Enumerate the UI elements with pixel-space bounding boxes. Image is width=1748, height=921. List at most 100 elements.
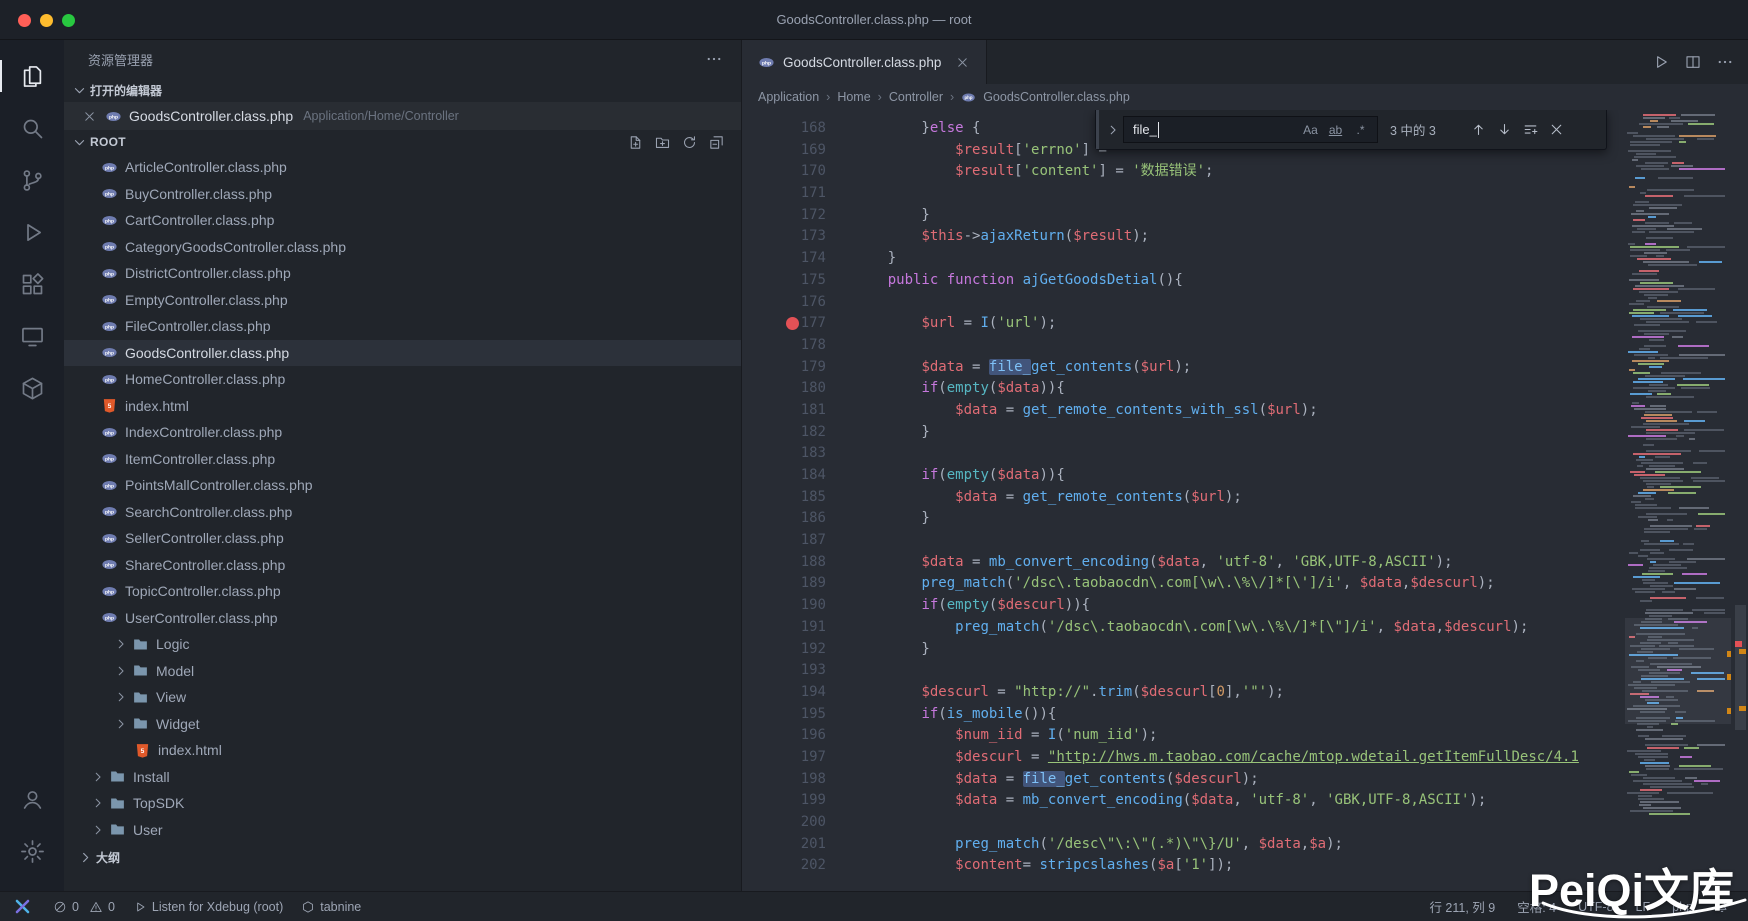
split-editor-icon[interactable]: [1684, 53, 1702, 71]
code-line[interactable]: 182 }: [742, 422, 1608, 444]
code-line[interactable]: 179 $data = file_get_contents($url);: [742, 357, 1608, 379]
activity-search[interactable]: [0, 102, 64, 154]
tree-item-cartcontroller-class-php[interactable]: phpCartController.class.php: [64, 207, 741, 234]
tree-item-install[interactable]: Install: [64, 764, 741, 791]
tree-item-widget[interactable]: Widget: [64, 711, 741, 738]
code-line[interactable]: 178: [742, 335, 1608, 357]
whole-word-toggle[interactable]: ab: [1325, 119, 1346, 140]
language-mode-status[interactable]: php: [1663, 900, 1702, 914]
tree-item-pointsmallcontroller-class-php[interactable]: phpPointsMallController.class.php: [64, 472, 741, 499]
activity-references[interactable]: [0, 362, 64, 414]
code-line[interactable]: 185 $data = get_remote_contents($url);: [742, 487, 1608, 509]
code-line[interactable]: 188 $data = mb_convert_encoding($data, '…: [742, 552, 1608, 574]
problems-status[interactable]: 0 0: [44, 892, 124, 921]
code-line[interactable]: 181 $data = get_remote_contents_with_ssl…: [742, 400, 1608, 422]
activity-extensions[interactable]: [0, 258, 64, 310]
match-case-toggle[interactable]: Aa: [1300, 119, 1321, 140]
tree-item-view[interactable]: View: [64, 684, 741, 711]
code-line[interactable]: 170 $result['content'] = '数据错误';: [742, 161, 1608, 183]
tree-item-itemcontroller-class-php[interactable]: phpItemController.class.php: [64, 446, 741, 473]
code-line[interactable]: 194 $descurl = "http://".trim($descurl[0…: [742, 682, 1608, 704]
sidebar-more-actions-icon[interactable]: [705, 50, 723, 68]
tree-item-indexcontroller-class-php[interactable]: phpIndexController.class.php: [64, 419, 741, 446]
tree-item-sellercontroller-class-php[interactable]: phpSellerController.class.php: [64, 525, 741, 552]
activity-account[interactable]: [0, 773, 64, 825]
line-number[interactable]: 202: [742, 855, 848, 877]
find-resize-handle[interactable]: [1096, 110, 1099, 149]
code-area[interactable]: 168 }else {169 $result['errno'] = 170 $r…: [742, 118, 1608, 877]
section-root[interactable]: ROOT: [64, 130, 741, 154]
line-number[interactable]: 179: [742, 357, 848, 379]
breadcrumb-item[interactable]: GoodsController.class.php: [983, 90, 1130, 104]
line-number[interactable]: 168: [742, 118, 848, 140]
line-number[interactable]: 175: [742, 270, 848, 292]
close-editor-icon[interactable]: [82, 109, 97, 124]
tree-item-index-html[interactable]: 5index.html: [64, 737, 741, 764]
find-input[interactable]: file_ Aa ab .*: [1123, 116, 1378, 143]
line-number[interactable]: 172: [742, 205, 848, 227]
new-file-icon[interactable]: [627, 134, 644, 151]
tree-item-searchcontroller-class-php[interactable]: phpSearchController.class.php: [64, 499, 741, 526]
cursor-position-status[interactable]: 行 211, 列 9: [1420, 897, 1504, 916]
line-number[interactable]: 178: [742, 335, 848, 357]
collapse-all-icon[interactable]: [708, 134, 725, 151]
tree-item-logic[interactable]: Logic: [64, 631, 741, 658]
line-number[interactable]: 200: [742, 812, 848, 834]
activity-source-control[interactable]: [0, 154, 64, 206]
ellipsis-icon[interactable]: [1716, 53, 1734, 71]
line-number[interactable]: 194: [742, 682, 848, 704]
scrollbar-thumb[interactable]: [1735, 605, 1746, 730]
line-number[interactable]: 169: [742, 140, 848, 162]
line-number[interactable]: 185: [742, 487, 848, 509]
line-number[interactable]: 197: [742, 747, 848, 769]
code-line[interactable]: 190 if(empty($descurl)){: [742, 595, 1608, 617]
tree-item-homecontroller-class-php[interactable]: phpHomeController.class.php: [64, 366, 741, 393]
zoom-window-button[interactable]: [62, 14, 75, 27]
tabnine-status[interactable]: tabnine: [292, 892, 370, 921]
toggle-replace-icon[interactable]: [1106, 123, 1120, 137]
tree-item-topsdk[interactable]: TopSDK: [64, 790, 741, 817]
breadcrumb-item[interactable]: Application: [758, 90, 819, 104]
notifications-status[interactable]: [1706, 900, 1738, 914]
tree-item-index-html[interactable]: 5index.html: [64, 393, 741, 420]
code-line[interactable]: 191 preg_match('/dsc\.taobaocdn\.com[\w\…: [742, 617, 1608, 639]
run-icon[interactable]: [1652, 53, 1670, 71]
code-line[interactable]: 173 $this->ajaxReturn($result);: [742, 226, 1608, 248]
refresh-icon[interactable]: [681, 134, 698, 151]
tree-item-districtcontroller-class-php[interactable]: phpDistrictController.class.php: [64, 260, 741, 287]
code-line[interactable]: 195 if(is_mobile()){: [742, 704, 1608, 726]
line-number[interactable]: 188: [742, 552, 848, 574]
line-number[interactable]: 191: [742, 617, 848, 639]
debug-listen-status[interactable]: Listen for Xdebug (root): [124, 892, 292, 921]
line-number[interactable]: 189: [742, 573, 848, 595]
line-number[interactable]: 174: [742, 248, 848, 270]
line-number[interactable]: 184: [742, 465, 848, 487]
minimap-slider[interactable]: [1625, 618, 1731, 724]
section-open-editors[interactable]: 打开的编辑器: [64, 78, 741, 102]
code-line[interactable]: 184 if(empty($data)){: [742, 465, 1608, 487]
code-line[interactable]: 197 $descurl = "http://hws.m.taobao.com/…: [742, 747, 1608, 769]
code-line[interactable]: 202 $content= stripcslashes($a['1']);: [742, 855, 1608, 877]
tree-item-model[interactable]: Model: [64, 658, 741, 685]
line-number[interactable]: 171: [742, 183, 848, 205]
close-window-button[interactable]: [18, 14, 31, 27]
code-line[interactable]: 183: [742, 443, 1608, 465]
eol-status[interactable]: LF: [1627, 900, 1660, 914]
line-number[interactable]: 183: [742, 443, 848, 465]
line-number[interactable]: 192: [742, 639, 848, 661]
code-line[interactable]: 201 preg_match('/desc\"\:\"(.*)\"\}/U', …: [742, 834, 1608, 856]
code-line[interactable]: 176: [742, 292, 1608, 314]
arrow-down-icon[interactable]: [1496, 121, 1513, 138]
line-number[interactable]: 190: [742, 595, 848, 617]
breakpoint-dot[interactable]: [786, 317, 799, 330]
overview-ruler[interactable]: [1733, 110, 1748, 891]
regex-toggle[interactable]: .*: [1350, 119, 1371, 140]
open-editor-item[interactable]: php GoodsController.class.php Applicatio…: [64, 102, 741, 130]
line-number[interactable]: 177: [742, 313, 848, 335]
title-bar[interactable]: GoodsController.class.php — root: [0, 0, 1748, 40]
arrow-up-icon[interactable]: [1470, 121, 1487, 138]
indentation-status[interactable]: 空格: 4: [1508, 897, 1565, 916]
tree-item-filecontroller-class-php[interactable]: phpFileController.class.php: [64, 313, 741, 340]
code-line[interactable]: 189 preg_match('/dsc\.taobaocdn\.com[\w\…: [742, 573, 1608, 595]
code-line[interactable]: 186 }: [742, 508, 1608, 530]
